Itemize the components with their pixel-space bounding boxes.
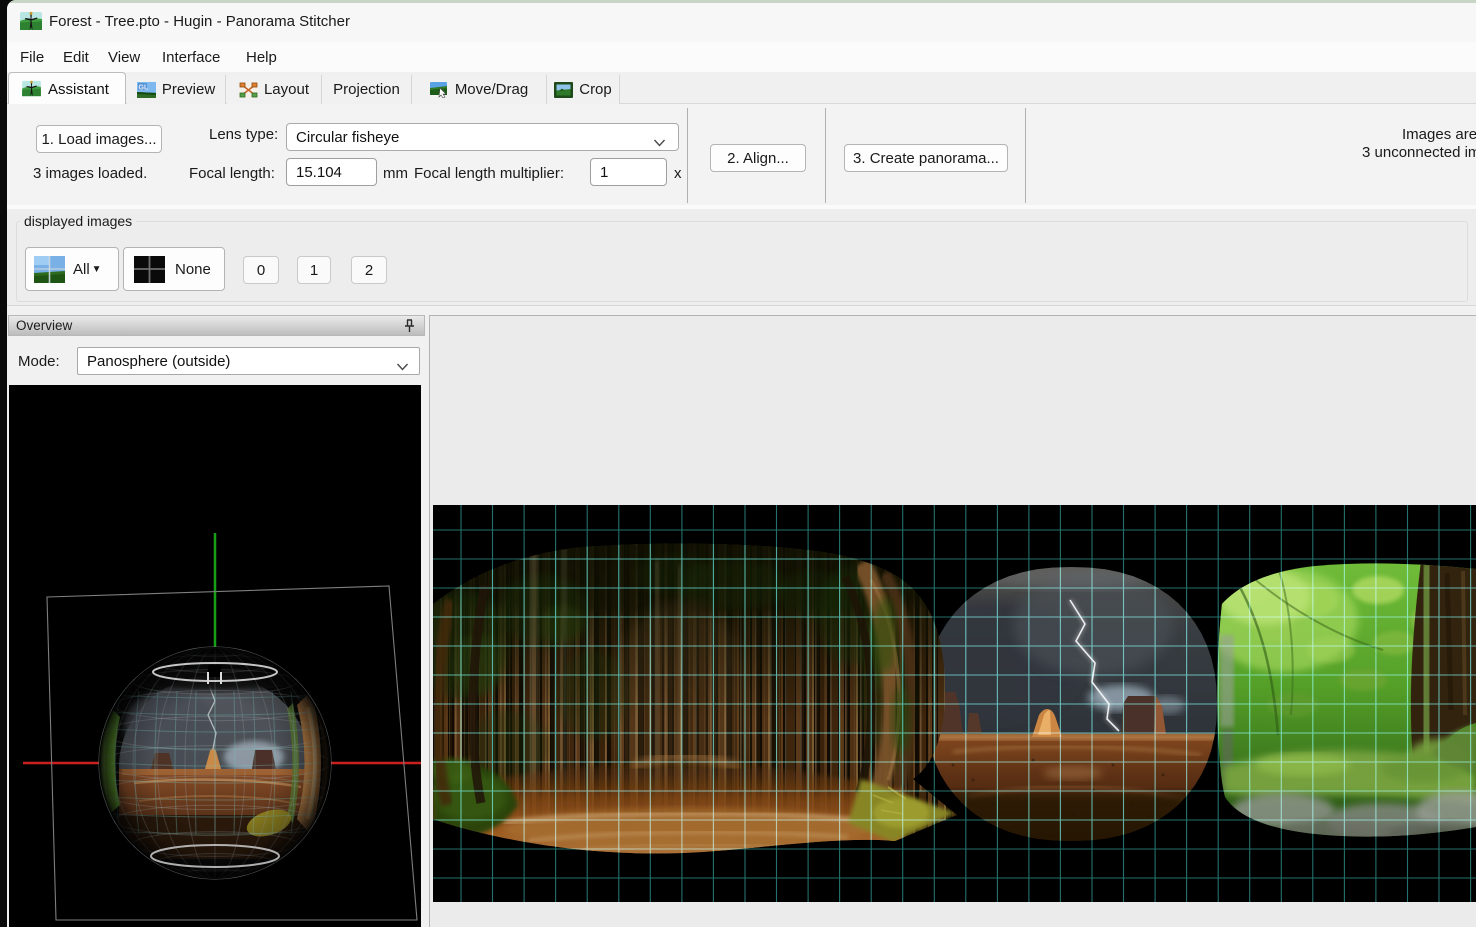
svg-text:GL: GL	[138, 84, 148, 91]
